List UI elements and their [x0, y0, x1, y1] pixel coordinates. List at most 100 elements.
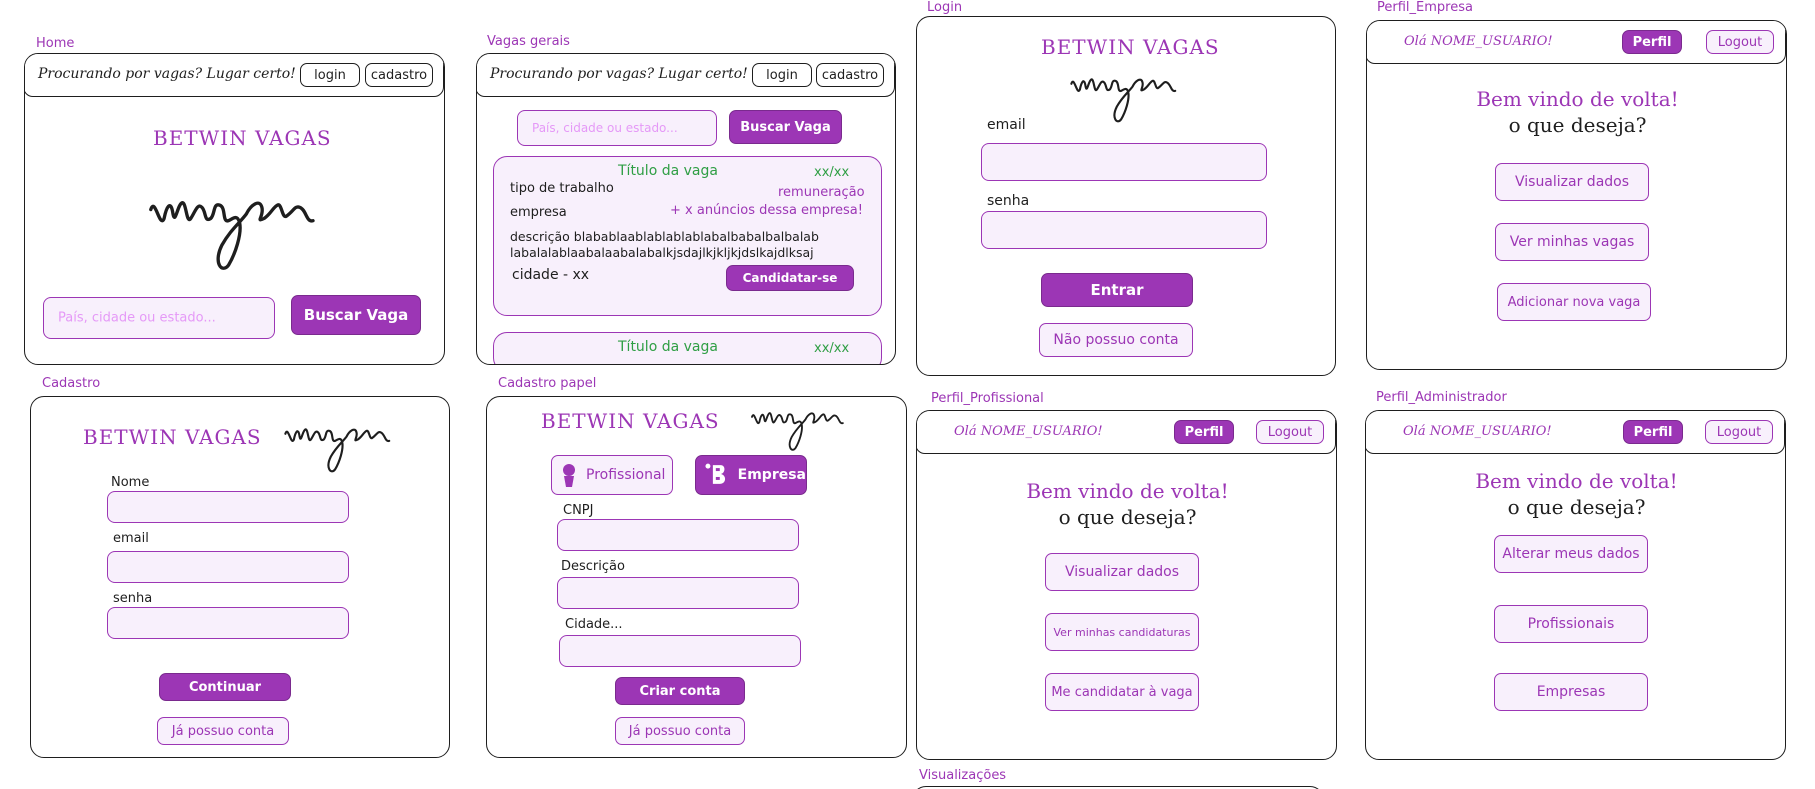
job-description-1: descrição blabablaablablablablabalbabalb…: [510, 229, 819, 244]
option-view-data-button[interactable]: Visualizar dados: [1045, 553, 1199, 591]
welcome-title: Bem vindo de volta!: [1026, 479, 1229, 503]
job-title: Título da vaga: [618, 339, 718, 355]
role-empresa-label: Empresa: [737, 467, 806, 483]
search-input[interactable]: País, cidade ou estado...: [517, 110, 717, 146]
frame-login: BETWIN VAGAS email senha Entrar Não poss…: [916, 16, 1336, 376]
brand-title: BETWIN VAGAS: [1041, 35, 1220, 59]
brand-title: BETWIN VAGAS: [153, 126, 332, 150]
nome-label: Nome: [111, 475, 150, 490]
greeting: Olá NOME_USUARIO!: [954, 424, 1103, 439]
password-field[interactable]: [981, 211, 1267, 249]
cnpj-field[interactable]: [557, 519, 799, 551]
already-account-button[interactable]: Já possuo conta: [615, 717, 745, 745]
job-more-ads-link[interactable]: + x anúncios dessa empresa!: [670, 203, 863, 218]
email-label: email: [987, 117, 1026, 133]
search-input[interactable]: País, cidade ou estado...: [43, 297, 275, 339]
image-placeholder: [731, 397, 865, 453]
job-card[interactable]: Título da vaga xx/xx: [493, 332, 882, 364]
frame-label-cadastro: Cadastro: [42, 376, 101, 391]
job-description-2: labalalablaabalaabalabalkjsdajlkjkljkjds…: [510, 245, 814, 260]
option-edit-data-button[interactable]: Alterar meus dados: [1494, 535, 1648, 573]
welcome-subtitle: o que deseja?: [1507, 495, 1646, 519]
job-company: empresa: [510, 205, 567, 220]
top-bar: Procurando por vagas? Lugar certo! login…: [477, 54, 895, 97]
cidade-label: Cidade...: [565, 617, 623, 632]
image-placeholder: [1059, 61, 1189, 125]
top-bar: Olá NOME_USUARIO! Perfil Logout: [1366, 411, 1785, 454]
email-label: email: [113, 531, 149, 546]
perfil-button[interactable]: Perfil: [1174, 420, 1234, 444]
search-button[interactable]: Buscar Vaga: [291, 295, 421, 335]
frame-label-visualizacoes: Visualizações: [919, 768, 1007, 783]
option-apply-job-button[interactable]: Me candidatar à vaga: [1045, 673, 1199, 711]
cadastro-button[interactable]: cadastro: [365, 63, 433, 87]
apply-button[interactable]: Candidatar-se: [726, 265, 854, 291]
welcome-title: Bem vindo de volta!: [1476, 87, 1679, 111]
option-my-applications-button[interactable]: Ver minhas candidaturas: [1045, 613, 1199, 651]
senha-label: senha: [113, 591, 153, 606]
greeting: Olá NOME_USUARIO!: [1404, 34, 1553, 49]
role-profissional-label: Profissional: [586, 467, 666, 483]
role-empresa-button[interactable]: Empresa: [695, 455, 807, 495]
tagline: Procurando por vagas? Lugar certo!: [490, 66, 748, 82]
tagline: Procurando por vagas? Lugar certo!: [38, 66, 296, 82]
role-profissional-button[interactable]: Profissional: [551, 455, 673, 495]
login-button[interactable]: login: [300, 63, 360, 87]
email-field[interactable]: [981, 143, 1267, 181]
cadastro-button[interactable]: cadastro: [816, 63, 884, 87]
option-my-jobs-button[interactable]: Ver minhas vagas: [1495, 223, 1649, 261]
login-submit-button[interactable]: Entrar: [1041, 273, 1193, 307]
nome-field[interactable]: [107, 491, 349, 523]
image-placeholder: [271, 411, 405, 475]
password-field[interactable]: [107, 607, 349, 639]
frame-label-perfil-admin: Perfil_Administrador: [1376, 390, 1507, 405]
email-field[interactable]: [107, 551, 349, 583]
job-card[interactable]: Título da vaga xx/xx tipo de trabalho re…: [493, 156, 882, 316]
top-bar: Procurando por vagas? Lugar certo! login…: [25, 54, 444, 97]
already-account-button[interactable]: Já possuo conta: [157, 717, 289, 745]
option-companies-button[interactable]: Empresas: [1494, 673, 1648, 711]
frame-perfil-profissional: Olá NOME_USUARIO! Perfil Logout Bem vind…: [916, 410, 1337, 760]
frame-cadastro: BETWIN VAGAS Nome email senha Continuar …: [30, 396, 450, 758]
cidade-field[interactable]: [559, 635, 801, 667]
building-icon: [705, 463, 726, 484]
perfil-button[interactable]: Perfil: [1623, 420, 1683, 444]
logout-button[interactable]: Logout: [1706, 30, 1774, 54]
cnpj-label: CNPJ: [563, 503, 594, 518]
top-bar: Olá NOME_USUARIO! Perfil Logout: [1367, 21, 1786, 64]
frame-label-home: Home: [36, 36, 75, 51]
welcome-subtitle: o que deseja?: [1058, 505, 1197, 529]
job-work-type: tipo de trabalho: [510, 181, 614, 196]
no-account-button[interactable]: Não possuo conta: [1039, 323, 1193, 357]
search-button[interactable]: Buscar Vaga: [729, 110, 842, 144]
brand-title: BETWIN VAGAS: [83, 425, 262, 449]
brand-title: BETWIN VAGAS: [541, 409, 720, 433]
search-placeholder: País, cidade ou estado...: [58, 310, 216, 326]
logout-button[interactable]: Logout: [1705, 420, 1773, 444]
job-date: xx/xx: [814, 165, 850, 180]
search-placeholder: País, cidade ou estado...: [532, 121, 678, 135]
create-account-button[interactable]: Criar conta: [615, 677, 745, 705]
frame-perfil-empresa: Olá NOME_USUARIO! Perfil Logout Bem vind…: [1366, 20, 1787, 370]
frame-label-login: Login: [927, 0, 963, 15]
frame-cadastro-papel: BETWIN VAGAS Profissional Empresa CNPJ D…: [486, 396, 907, 758]
job-date: xx/xx: [814, 341, 850, 356]
welcome-title: Bem vindo de volta!: [1475, 469, 1678, 493]
frame-vagas: Procurando por vagas? Lugar certo! login…: [476, 53, 896, 365]
option-view-data-button[interactable]: Visualizar dados: [1495, 163, 1649, 201]
option-professionals-button[interactable]: Profissionais: [1494, 605, 1648, 643]
frame-home: Procurando por vagas? Lugar certo! login…: [24, 53, 445, 365]
welcome-subtitle: o que deseja?: [1508, 113, 1647, 137]
login-button[interactable]: login: [752, 63, 812, 87]
job-pay: remuneração: [778, 185, 865, 200]
descricao-label: Descrição: [561, 559, 625, 574]
job-city: cidade - xx: [512, 267, 590, 283]
top-bar: Olá NOME_USUARIO! Perfil Logout: [917, 411, 1336, 454]
perfil-button[interactable]: Perfil: [1622, 30, 1682, 54]
frame-label-vagas: Vagas gerais: [487, 34, 570, 49]
logout-button[interactable]: Logout: [1256, 420, 1324, 444]
frame-label-perfil-empresa: Perfil_Empresa: [1377, 0, 1473, 15]
descricao-field[interactable]: [557, 577, 799, 609]
continue-button[interactable]: Continuar: [159, 673, 291, 701]
option-add-job-button[interactable]: Adicionar nova vaga: [1497, 283, 1651, 321]
